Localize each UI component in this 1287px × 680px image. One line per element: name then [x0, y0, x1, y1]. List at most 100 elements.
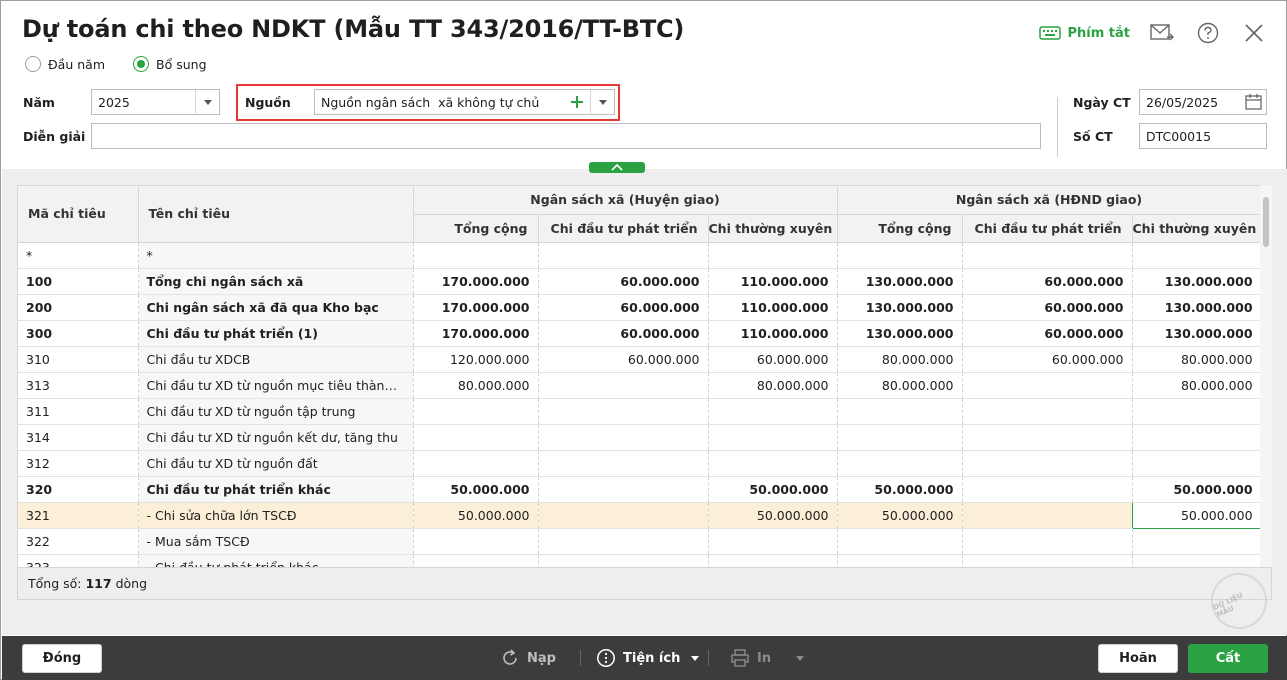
cell-name[interactable]: - Chi sửa chữa lớn TSCĐ — [138, 502, 414, 529]
cell-amount[interactable] — [837, 528, 963, 555]
cell-name[interactable]: Chi ngân sách xã đã qua Kho bạc — [138, 294, 414, 321]
cell-amount[interactable] — [962, 502, 1133, 529]
header-total[interactable]: Tổng cộng — [837, 214, 963, 243]
cell-amount[interactable] — [413, 528, 539, 555]
add-source-button[interactable] — [568, 93, 586, 111]
cell-amount[interactable]: 130.000.000 — [1132, 320, 1262, 347]
cell-amount[interactable] — [962, 450, 1133, 477]
cell-amount[interactable] — [962, 476, 1133, 503]
cell-amount[interactable]: 110.000.000 — [708, 268, 838, 295]
cell-code[interactable]: 100 — [18, 268, 139, 295]
table-row[interactable]: 100 Tổng chi ngân sách xã 170.000.000 60.00… — [18, 268, 1262, 295]
header-code[interactable]: Mã chỉ tiêu — [18, 186, 139, 243]
cell-amount[interactable] — [1132, 424, 1262, 451]
cell-amount[interactable]: 60.000.000 — [708, 346, 838, 373]
date-input[interactable]: 26/05/2025 — [1139, 89, 1267, 115]
close-window-button[interactable] — [1240, 19, 1268, 47]
cell-code[interactable]: 312 — [18, 450, 139, 477]
header-invest[interactable]: Chi đầu tư phát triển — [962, 214, 1133, 243]
cell-amount[interactable] — [708, 398, 838, 425]
dropdown-button[interactable] — [590, 90, 614, 114]
collapse-header-button[interactable] — [589, 162, 645, 173]
cell-amount[interactable] — [538, 450, 709, 477]
cell-amount[interactable]: 50.000.000 — [837, 502, 963, 529]
cell-amount[interactable]: 50.000.000 — [413, 476, 539, 503]
cell-code[interactable]: 200 — [18, 294, 139, 321]
cancel-button[interactable]: Hoãn — [1098, 644, 1178, 673]
cell-amount[interactable]: 110.000.000 — [708, 320, 838, 347]
utility-menu-button[interactable]: Tiện ích — [596, 646, 700, 670]
cell-amount[interactable]: 130.000.000 — [837, 268, 963, 295]
cell-amount[interactable] — [708, 424, 838, 451]
cell-name[interactable]: Tổng chi ngân sách xã — [138, 268, 414, 295]
cell-name[interactable]: - Mua sắm TSCĐ — [138, 528, 414, 555]
cell-amount[interactable]: 50.000.000 — [1131, 501, 1262, 529]
table-row[interactable]: 200 Chi ngân sách xã đã qua Kho bạc 170.00… — [18, 294, 1262, 321]
cell-amount[interactable] — [962, 372, 1133, 399]
save-button[interactable]: Cất — [1188, 644, 1268, 673]
cell-amount[interactable] — [538, 424, 709, 451]
filter-name-cell[interactable]: * — [138, 242, 414, 269]
cell-amount[interactable]: 60.000.000 — [538, 268, 709, 295]
cell-amount[interactable]: 60.000.000 — [962, 268, 1133, 295]
cell-amount[interactable]: 80.000.000 — [1132, 346, 1262, 373]
header-name[interactable]: Tên chỉ tiêu — [138, 186, 414, 243]
table-row[interactable]: 314 Chi đầu tư XD từ nguồn kết dư, tăng t… — [18, 424, 1262, 451]
cell-amount[interactable] — [538, 502, 709, 529]
cell-amount[interactable] — [962, 424, 1133, 451]
cell-amount[interactable] — [538, 528, 709, 555]
calendar-button[interactable] — [1245, 94, 1262, 113]
cell-amount[interactable] — [413, 398, 539, 425]
cell-amount[interactable]: 170.000.000 — [413, 320, 539, 347]
cell-name[interactable]: Chi đầu tư XD từ nguồn đất — [138, 450, 414, 477]
cell-name[interactable]: Chi đầu tư XD từ nguồn mục tiêu thành ..… — [138, 372, 414, 399]
cell-code[interactable]: 311 — [18, 398, 139, 425]
dropdown-button[interactable] — [195, 90, 219, 114]
source-select[interactable]: Nguồn ngân sách xã không tự chủ — [314, 89, 615, 115]
cell-amount[interactable] — [837, 450, 963, 477]
cell-amount[interactable]: 60.000.000 — [962, 294, 1133, 321]
cell-amount[interactable] — [962, 398, 1133, 425]
cell-amount[interactable]: 130.000.000 — [1132, 294, 1262, 321]
header-regular[interactable]: Chi thường xuyên — [1132, 214, 1262, 243]
cell-amount[interactable]: 80.000.000 — [708, 372, 838, 399]
cell-amount[interactable] — [538, 476, 709, 503]
header-regular[interactable]: Chi thường xuyên — [708, 214, 838, 243]
table-row[interactable]: 322- Mua sắm TSCĐ — [18, 528, 1262, 555]
cell-amount[interactable]: 60.000.000 — [538, 346, 709, 373]
cell-amount[interactable]: 110.000.000 — [708, 294, 838, 321]
table-row[interactable]: 312 Chi đầu tư XD từ nguồn đất — [18, 450, 1262, 477]
table-row[interactable]: 300 Chi đầu tư phát triển (1) 170.000.000 6… — [18, 320, 1262, 347]
cell-amount[interactable]: 80.000.000 — [837, 372, 963, 399]
cell-amount[interactable]: 50.000.000 — [413, 502, 539, 529]
cell-code[interactable]: 300 — [18, 320, 139, 347]
table-row[interactable]: 320 Chi đầu tư phát triển khác 50.000.000 5… — [18, 476, 1262, 503]
cell-amount[interactable] — [837, 398, 963, 425]
cell-name[interactable]: Chi đầu tư XD từ nguồn kết dư, tăng thu — [138, 424, 414, 451]
cell-amount[interactable] — [538, 372, 709, 399]
send-mail-button[interactable] — [1148, 19, 1176, 47]
cell-code[interactable]: 314 — [18, 424, 139, 451]
cell-amount[interactable] — [837, 424, 963, 451]
cell-name[interactable]: Chi đầu tư phát triển khác — [138, 476, 414, 503]
cell-amount[interactable]: 170.000.000 — [413, 294, 539, 321]
cell-amount[interactable]: 50.000.000 — [708, 502, 838, 529]
cell-amount[interactable]: 60.000.000 — [538, 294, 709, 321]
cell-code[interactable]: 321 — [18, 502, 139, 529]
cell-name[interactable]: Chi đầu tư XDCB — [138, 346, 414, 373]
cell-amount[interactable] — [413, 424, 539, 451]
print-button[interactable]: In — [730, 646, 805, 670]
cell-amount[interactable]: 80.000.000 — [837, 346, 963, 373]
table-row[interactable]: 311 Chi đầu tư XD từ nguồn tập trung — [18, 398, 1262, 425]
help-button[interactable] — [1194, 19, 1222, 47]
cell-amount[interactable]: 60.000.000 — [538, 320, 709, 347]
cell-amount[interactable]: 130.000.000 — [837, 320, 963, 347]
table-row[interactable]: 321- Chi sửa chữa lớn TSCĐ 50.000.000 50.0… — [18, 501, 1262, 529]
cell-amount[interactable] — [708, 528, 838, 555]
doc-no-input[interactable]: DTC00015 — [1139, 123, 1267, 149]
cell-amount[interactable]: 50.000.000 — [708, 476, 838, 503]
cell-amount[interactable] — [962, 528, 1133, 555]
scrollbar-thumb[interactable] — [1263, 197, 1269, 247]
cell-amount[interactable] — [413, 450, 539, 477]
cell-amount[interactable]: 50.000.000 — [837, 476, 963, 503]
